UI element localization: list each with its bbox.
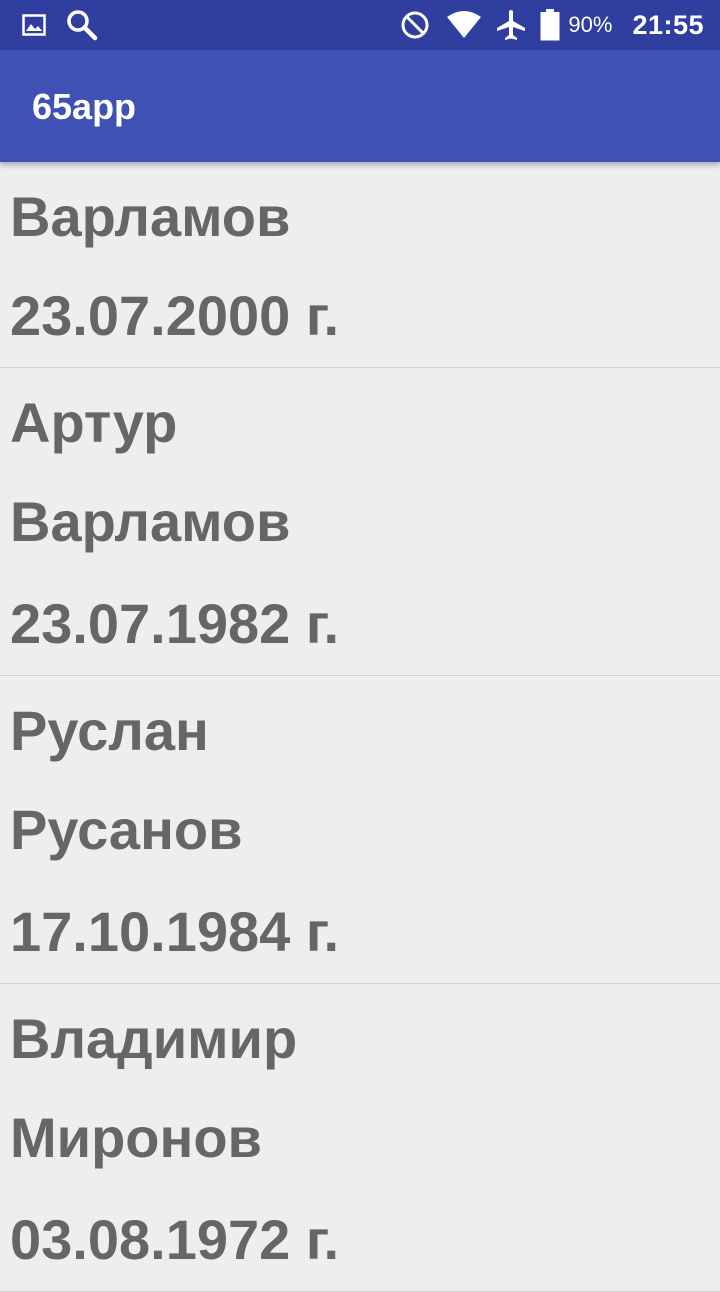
contact-list: Варламов 23.07.2000 г. Артур Варламов 23…	[0, 162, 720, 1292]
status-bar-system: 90% 21:55	[400, 0, 704, 50]
item-line: 23.07.1982 г.	[10, 592, 340, 655]
item-line: Русанов	[10, 798, 243, 861]
status-bar: 90% 21:55	[0, 0, 720, 50]
item-line: Варламов	[10, 490, 291, 553]
item-line: Артур	[10, 391, 178, 454]
item-line: 03.08.1972 г.	[10, 1208, 340, 1271]
item-line: Руслан	[10, 699, 209, 762]
airplane-icon	[496, 9, 526, 41]
item-line: Миронов	[10, 1106, 262, 1169]
battery-percent: 90%	[568, 12, 613, 37]
item-line: Варламов	[10, 185, 291, 248]
list-item[interactable]: Руслан Русанов 17.10.1984 г.	[0, 676, 720, 984]
list-item[interactable]: Варламов 23.07.2000 г.	[0, 162, 720, 368]
item-line: 17.10.1984 г.	[10, 900, 340, 963]
clock: 21:55	[632, 9, 704, 40]
app-bar: 65app	[0, 50, 720, 162]
battery-icon	[540, 9, 560, 41]
wifi-icon	[446, 11, 482, 39]
do-not-disturb-icon	[400, 10, 430, 40]
search-icon	[66, 9, 98, 41]
item-line: Владимир	[10, 1007, 298, 1070]
list-item[interactable]: Владимир Миронов 03.08.1972 г.	[0, 984, 720, 1292]
status-bar-notifications	[22, 9, 98, 41]
item-line: 23.07.2000 г.	[10, 284, 340, 347]
list-item[interactable]: Артур Варламов 23.07.1982 г.	[0, 368, 720, 676]
image-icon	[22, 14, 46, 36]
app-title: 65app	[32, 86, 137, 127]
